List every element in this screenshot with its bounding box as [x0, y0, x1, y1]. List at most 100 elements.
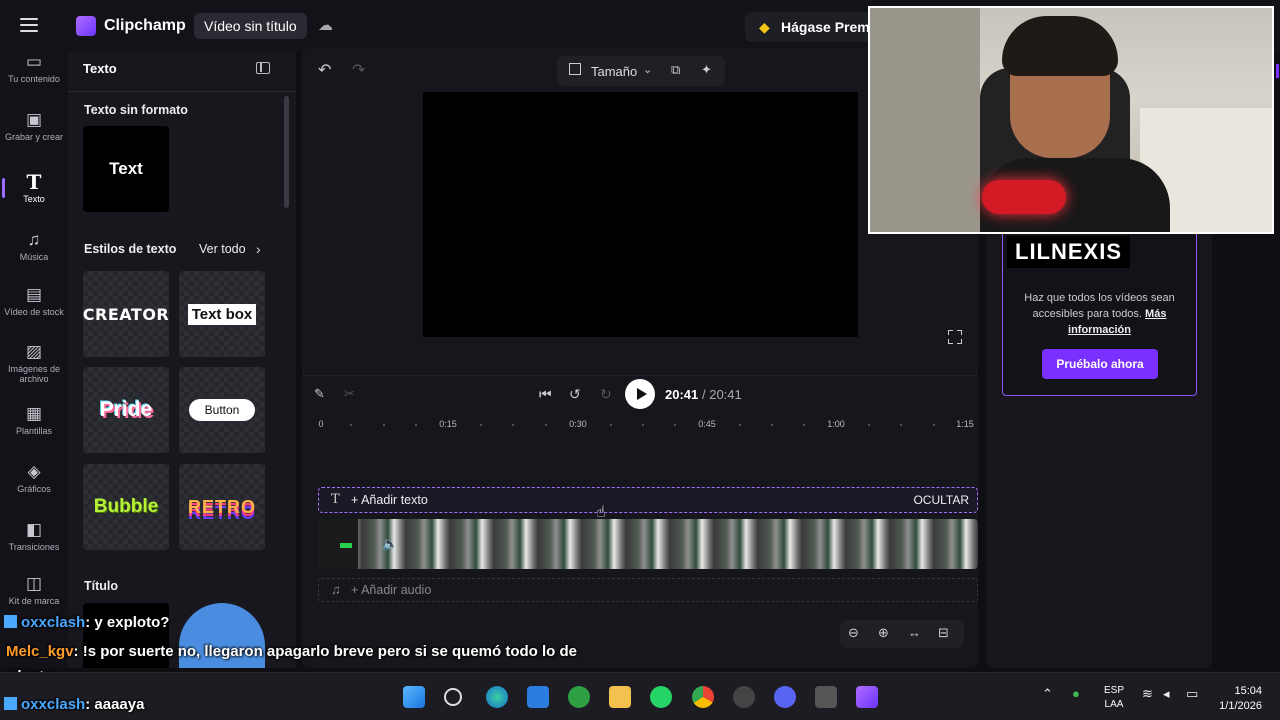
battery-icon[interactable]: ▭	[1186, 686, 1198, 702]
nav-label: Plantillas	[15, 426, 53, 436]
nav-item-brand-kit[interactable]: ◫ Kit de marca	[0, 574, 68, 606]
clock-date: 1/1/2026	[1219, 700, 1262, 712]
chrome-icon[interactable]	[692, 686, 714, 708]
chat-line: oxxclash: y exploto?	[4, 614, 169, 631]
skip-back-icon[interactable]: ⏮	[539, 386, 552, 403]
wifi-icon[interactable]: ≋	[1142, 686, 1153, 702]
style-tile-pride[interactable]: Pride	[83, 367, 169, 453]
timeline-settings-icon[interactable]: ⊟	[938, 625, 949, 641]
nav-item-music[interactable]: ♫ Música	[0, 230, 68, 262]
magic-wand-icon[interactable]: ✎	[314, 386, 325, 402]
store-icon[interactable]	[527, 686, 549, 708]
webcam-background	[870, 8, 980, 232]
zoom-out-icon[interactable]: ⊖	[848, 625, 859, 641]
nav-item-text[interactable]: T Texto	[0, 172, 68, 204]
whatsapp-icon[interactable]	[650, 686, 672, 708]
text-track[interactable]: T + Añadir texto OCULTAR	[318, 487, 978, 513]
ruler-dot	[739, 424, 741, 426]
webcam-microphone	[982, 180, 1066, 214]
style-tile-text-box[interactable]: Text box	[179, 271, 265, 357]
taskbar	[0, 672, 1280, 720]
panel-scrollbar[interactable]	[284, 96, 289, 208]
hide-button[interactable]: OCULTAR	[913, 493, 969, 507]
app-name: Clipchamp	[104, 17, 186, 34]
ruler-dot	[900, 424, 902, 426]
rewind-5-icon[interactable]: ↺	[569, 386, 581, 403]
system-clock[interactable]: 15:04 1/1/2026	[1216, 684, 1262, 714]
add-audio-button[interactable]: + Añadir audio	[351, 583, 431, 597]
undo-icon[interactable]: ↶	[318, 60, 331, 80]
fit-timeline-icon[interactable]: ↔	[908, 625, 921, 640]
nav-item-graphics[interactable]: ◈ Gráficos	[0, 462, 68, 494]
discord-icon[interactable]	[774, 686, 796, 708]
split-icon[interactable]: ✂	[344, 386, 355, 402]
chevron-down-icon[interactable]: ⌄	[643, 63, 652, 76]
ruler-dot	[350, 424, 352, 426]
menu-icon[interactable]	[20, 18, 38, 32]
background-icon[interactable]: ⧉	[671, 62, 680, 78]
nav-item-templates[interactable]: ▦ Plantillas	[0, 404, 68, 436]
nav-item-record[interactable]: ▣ Grabar y crear	[0, 110, 68, 142]
nav-label: Música	[19, 252, 49, 262]
app-icon[interactable]	[815, 686, 837, 708]
redo-icon[interactable]: ↷	[352, 60, 365, 80]
style-tile-button[interactable]: Button	[179, 367, 265, 453]
nav-item-stock-images[interactable]: ▨ Imágenes de archivo	[0, 342, 68, 384]
clipchamp-taskbar-icon[interactable]	[856, 686, 878, 708]
image-icon: ▨	[25, 342, 43, 361]
nav-item-your-content[interactable]: ▭ Tu contenido	[0, 52, 68, 84]
style-tile-creator[interactable]: CREATOR	[83, 271, 169, 357]
volume-icon[interactable]: 🔈	[382, 536, 398, 552]
add-text-button[interactable]: + Añadir texto	[351, 493, 428, 507]
video-track[interactable]: 🔈	[318, 519, 978, 569]
project-title[interactable]: Vídeo sin título	[194, 13, 307, 39]
ruler-dot	[480, 424, 482, 426]
style-sample-text-box: Text box	[187, 303, 257, 325]
video-preview[interactable]	[423, 92, 858, 337]
chat-username: Melc_kgv	[6, 643, 74, 660]
input-language[interactable]: ESP LAA	[1104, 684, 1124, 712]
volume-icon[interactable]: ◂	[1163, 686, 1170, 702]
xbox-icon[interactable]	[568, 686, 590, 708]
collapse-panel-icon[interactable]	[256, 62, 270, 74]
zoom-in-icon[interactable]: ⊕	[878, 625, 889, 641]
nav-item-stock-video[interactable]: ▤ Vídeo de stock	[0, 285, 68, 317]
chat-username: oxxclash	[21, 696, 86, 713]
chevron-up-icon[interactable]: ⌃	[1042, 686, 1053, 702]
plain-text-tile[interactable]: Text	[83, 126, 169, 212]
see-all-link[interactable]: Ver todo	[199, 242, 246, 256]
premium-button[interactable]: ◆ Hágase Premium	[745, 12, 875, 42]
ruler-label: 0	[318, 419, 324, 429]
file-explorer-icon[interactable]	[609, 686, 631, 708]
ruler-label: 0:45	[698, 419, 716, 429]
edge-icon[interactable]	[486, 686, 508, 708]
fullscreen-icon[interactable]	[948, 330, 962, 344]
play-button[interactable]	[625, 379, 655, 409]
microphone-icon[interactable]: ●	[1072, 686, 1080, 701]
streamer-name: LILNEXIS	[1007, 236, 1131, 268]
ruler-label: 1:15	[956, 419, 974, 429]
folder-icon: ▭	[25, 52, 43, 71]
ruler-dot	[610, 424, 612, 426]
ruler-dot	[933, 424, 935, 426]
obs-icon[interactable]	[733, 686, 755, 708]
try-it-now-button[interactable]: Pruébalo ahora	[1042, 349, 1158, 379]
size-dropdown[interactable]: Tamaño	[591, 64, 637, 79]
nav-item-transitions[interactable]: ◧ Transiciones	[0, 520, 68, 552]
style-sample-button: Button	[188, 399, 256, 421]
magic-icon[interactable]: ✦	[701, 62, 712, 78]
style-tile-bubble[interactable]: Bubble	[83, 464, 169, 550]
cloud-sync-icon[interactable]: ☁	[318, 16, 333, 34]
style-sample-bubble: Bubble	[93, 496, 159, 517]
ruler-dot	[512, 424, 514, 426]
clock-time: 15:04	[1234, 685, 1262, 697]
start-icon[interactable]	[403, 686, 425, 708]
ruler-dot	[771, 424, 773, 426]
chat-message: : y exploto?	[85, 614, 170, 631]
chevron-right-icon[interactable]: ›	[256, 241, 261, 257]
forward-5-icon[interactable]: ↻	[600, 386, 612, 403]
panel-divider	[68, 91, 296, 92]
style-tile-retro[interactable]: RETRO	[179, 464, 265, 550]
audio-track[interactable]: ♫ + Añadir audio	[318, 578, 978, 602]
search-icon[interactable]	[444, 688, 462, 706]
